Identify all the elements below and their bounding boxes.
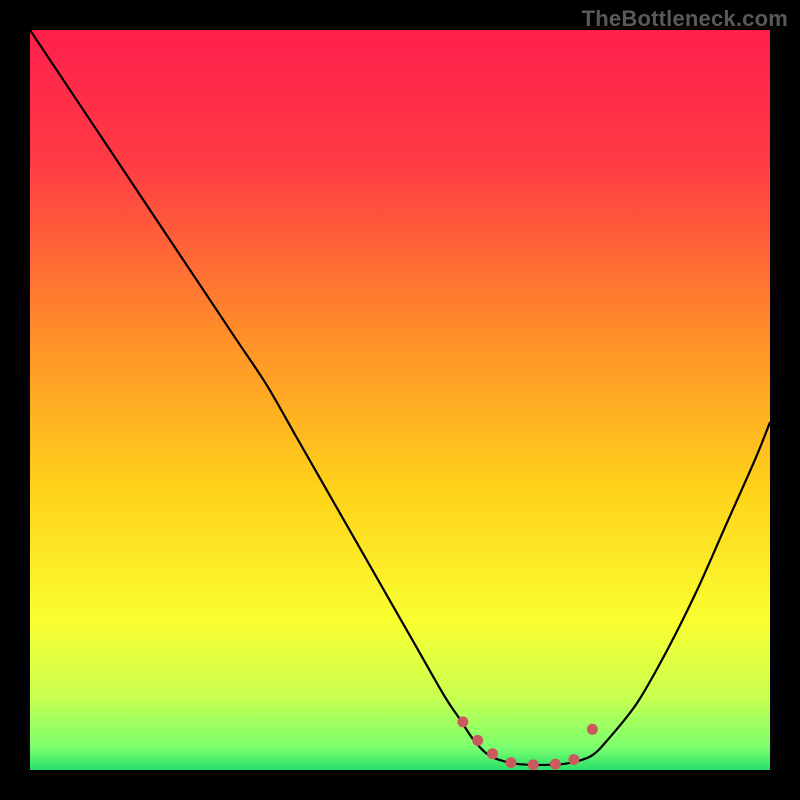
optimal-point-marker [487,748,498,759]
optimal-point-marker [528,759,539,770]
optimal-point-marker [457,716,468,727]
optimal-point-marker [550,759,561,770]
watermark-text: TheBottleneck.com [582,6,788,32]
optimal-point-marker [472,735,483,746]
optimal-point-marker [587,724,598,735]
chart-frame: TheBottleneck.com [0,0,800,800]
optimal-point-marker [506,757,517,768]
chart-svg [30,30,770,770]
optimal-point-marker [568,754,579,765]
plot-area [30,30,770,770]
gradient-background [30,30,770,770]
